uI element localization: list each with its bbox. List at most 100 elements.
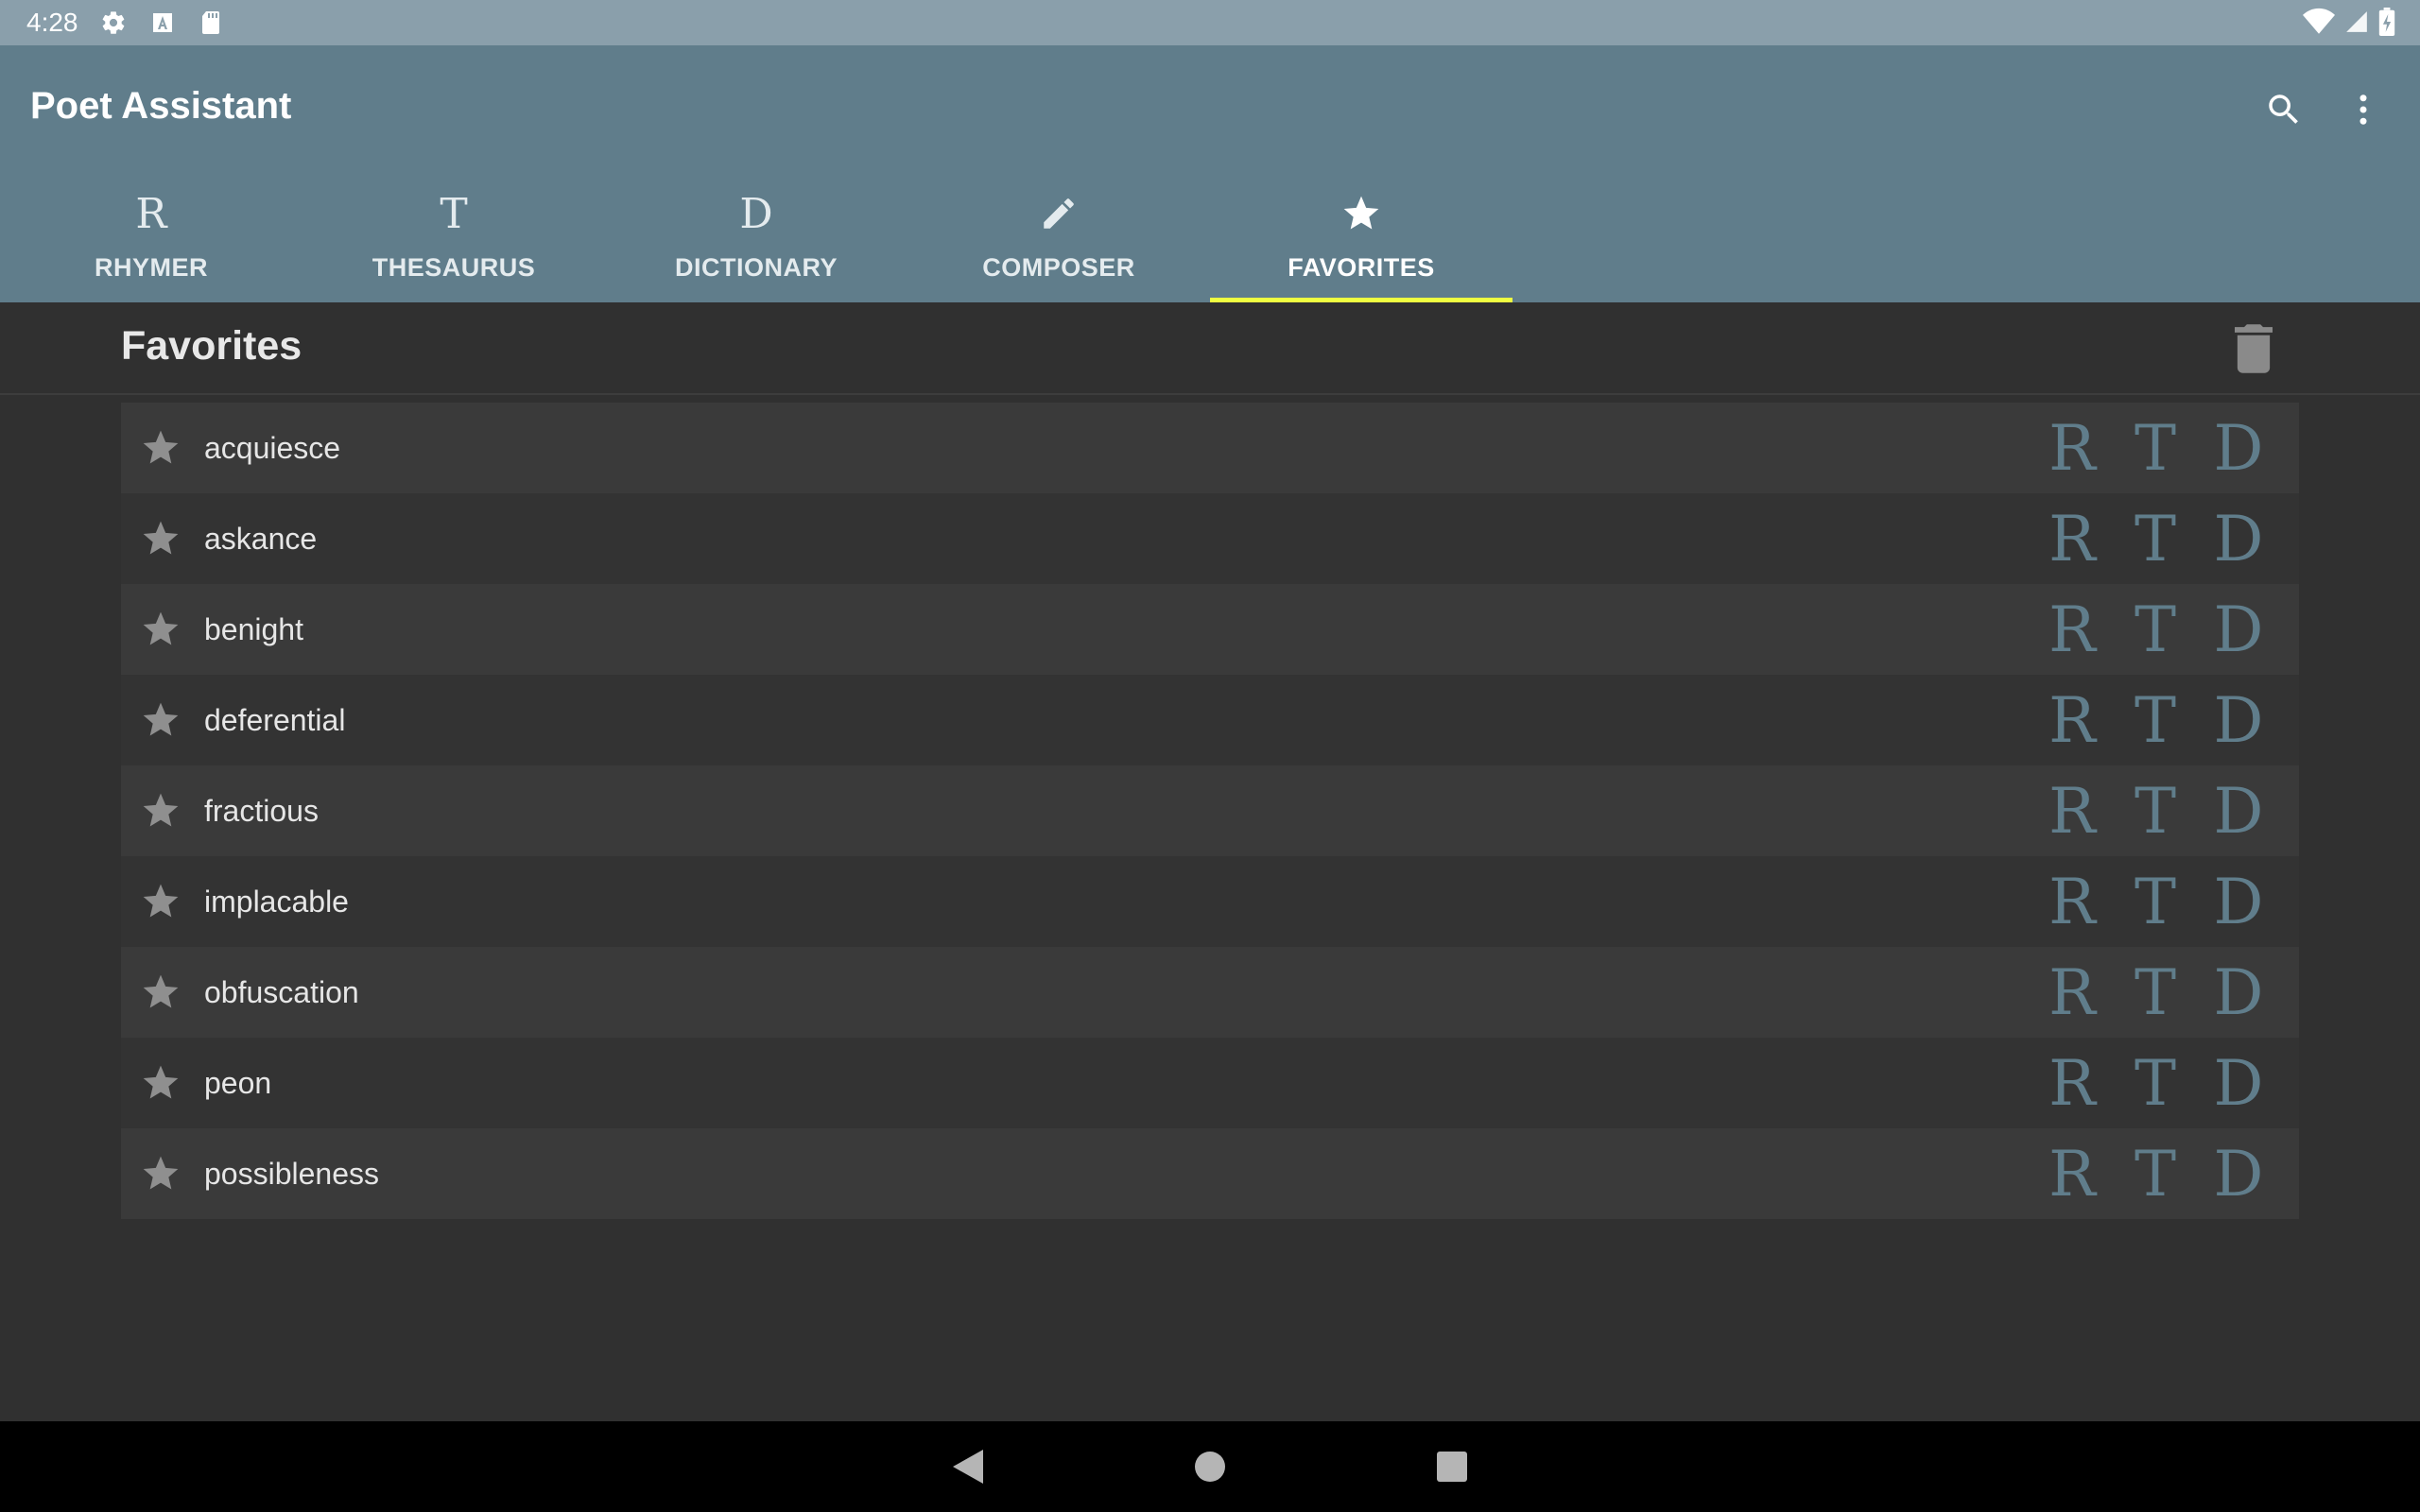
favorite-word: acquiesce <box>204 430 341 465</box>
dictionary-button[interactable]: D <box>2197 864 2280 939</box>
tab-label: DICTIONARY <box>675 253 838 282</box>
signal-icon <box>2344 9 2369 39</box>
dictionary-button[interactable]: D <box>2197 592 2280 667</box>
list-item[interactable]: acquiesce R T D <box>121 403 2299 493</box>
tab-thesaurus[interactable]: T THESAURUS <box>302 180 605 302</box>
thesaurus-button[interactable]: T <box>2114 682 2197 758</box>
gear-icon <box>99 9 128 37</box>
list-item[interactable]: benight R T D <box>121 584 2299 675</box>
status-right-icons <box>2303 8 2395 41</box>
home-circle-icon <box>1195 1452 1225 1482</box>
rhymer-button[interactable]: R <box>2031 592 2114 667</box>
star-icon[interactable] <box>140 881 182 922</box>
dictionary-button[interactable]: D <box>2197 682 2280 758</box>
row-actions: R T D <box>2031 501 2280 576</box>
system-nav-bar <box>0 1421 2420 1512</box>
rhymer-button[interactable]: R <box>2031 954 2114 1030</box>
more-options-button[interactable] <box>2337 83 2390 136</box>
thesaurus-button[interactable]: T <box>2114 773 2197 849</box>
star-icon[interactable] <box>140 1153 182 1194</box>
rhymer-button[interactable]: R <box>2031 410 2114 486</box>
row-actions: R T D <box>2031 1136 2280 1211</box>
pencil-icon <box>1039 187 1079 240</box>
page-title: Favorites <box>121 323 302 369</box>
status-time: 4:28 <box>26 8 78 37</box>
list-item[interactable]: possibleness R T D <box>121 1128 2299 1219</box>
star-icon[interactable] <box>140 609 182 650</box>
tab-label: COMPOSER <box>982 253 1135 282</box>
search-button[interactable] <box>2257 83 2310 136</box>
star-icon[interactable] <box>140 971 182 1013</box>
star-icon <box>1340 187 1382 240</box>
rhymer-glyph-icon: R <box>135 189 167 238</box>
favorites-header: Favorites <box>0 302 2420 395</box>
star-icon[interactable] <box>140 427 182 469</box>
row-actions: R T D <box>2031 682 2280 758</box>
dictionary-button[interactable]: D <box>2197 1045 2280 1121</box>
thesaurus-button[interactable]: T <box>2114 1136 2197 1211</box>
thesaurus-button[interactable]: T <box>2114 501 2197 576</box>
dictionary-glyph-icon: D <box>739 189 773 238</box>
row-actions: R T D <box>2031 1045 2280 1121</box>
tab-label: THESAURUS <box>372 253 536 282</box>
list-item[interactable]: fractious R T D <box>121 765 2299 856</box>
dictionary-button[interactable]: D <box>2197 954 2280 1030</box>
tab-label: FAVORITES <box>1288 253 1435 282</box>
favorite-word: implacable <box>204 884 349 919</box>
row-actions: R T D <box>2031 864 2280 939</box>
dictionary-button[interactable]: D <box>2197 501 2280 576</box>
thesaurus-button[interactable]: T <box>2114 592 2197 667</box>
favorite-word: fractious <box>204 793 319 828</box>
wifi-icon <box>2303 8 2335 41</box>
clear-favorites-button[interactable] <box>2227 319 2280 378</box>
tab-dictionary[interactable]: D DICTIONARY <box>605 180 908 302</box>
search-icon <box>2269 94 2298 124</box>
favorite-word: possibleness <box>204 1156 379 1191</box>
row-actions: R T D <box>2031 954 2280 1030</box>
favorites-list: acquiesce R T D askance R T D benight R … <box>121 403 2299 1219</box>
star-icon[interactable] <box>140 1062 182 1104</box>
favorite-word: askance <box>204 521 318 556</box>
recents-button[interactable] <box>1426 1440 1478 1493</box>
list-item[interactable]: implacable R T D <box>121 856 2299 947</box>
rhymer-button[interactable]: R <box>2031 501 2114 576</box>
row-actions: R T D <box>2031 592 2280 667</box>
list-item[interactable]: deferential R T D <box>121 675 2299 765</box>
back-triangle-icon <box>953 1450 983 1484</box>
list-item[interactable]: obfuscation R T D <box>121 947 2299 1038</box>
rhymer-button[interactable]: R <box>2031 1136 2114 1211</box>
back-button[interactable] <box>942 1440 994 1493</box>
battery-icon <box>2378 8 2395 41</box>
thesaurus-button[interactable]: T <box>2114 410 2197 486</box>
rhymer-button[interactable]: R <box>2031 1045 2114 1121</box>
thesaurus-button[interactable]: T <box>2114 1045 2197 1121</box>
app-title: Poet Assistant <box>30 85 292 127</box>
star-icon[interactable] <box>140 699 182 741</box>
rhymer-button[interactable]: R <box>2031 682 2114 758</box>
star-icon[interactable] <box>140 790 182 832</box>
thesaurus-button[interactable]: T <box>2114 954 2197 1030</box>
status-bar: 4:28 <box>0 0 2420 45</box>
favorite-word: benight <box>204 611 303 646</box>
home-button[interactable] <box>1184 1440 1236 1493</box>
tab-bar: R RHYMER T THESAURUS D DICTIONARY COMPOS… <box>0 180 1512 302</box>
favorite-word: peon <box>204 1065 272 1100</box>
favorite-word: obfuscation <box>204 974 359 1009</box>
dictionary-button[interactable]: D <box>2197 410 2280 486</box>
tab-favorites[interactable]: FAVORITES <box>1210 180 1512 302</box>
rhymer-button[interactable]: R <box>2031 773 2114 849</box>
thesaurus-glyph-icon: T <box>440 189 468 238</box>
tab-rhymer[interactable]: R RHYMER <box>0 180 302 302</box>
row-actions: R T D <box>2031 410 2280 486</box>
trash-icon <box>2235 324 2273 373</box>
dictionary-button[interactable]: D <box>2197 1136 2280 1211</box>
list-item[interactable]: peon R T D <box>121 1038 2299 1128</box>
app-bar: Poet Assistant R RHYMER T THESAURUS D DI… <box>0 45 2420 302</box>
tab-label: RHYMER <box>94 253 208 282</box>
tab-composer[interactable]: COMPOSER <box>908 180 1210 302</box>
list-item[interactable]: askance R T D <box>121 493 2299 584</box>
star-icon[interactable] <box>140 518 182 559</box>
thesaurus-button[interactable]: T <box>2114 864 2197 939</box>
rhymer-button[interactable]: R <box>2031 864 2114 939</box>
dictionary-button[interactable]: D <box>2197 773 2280 849</box>
